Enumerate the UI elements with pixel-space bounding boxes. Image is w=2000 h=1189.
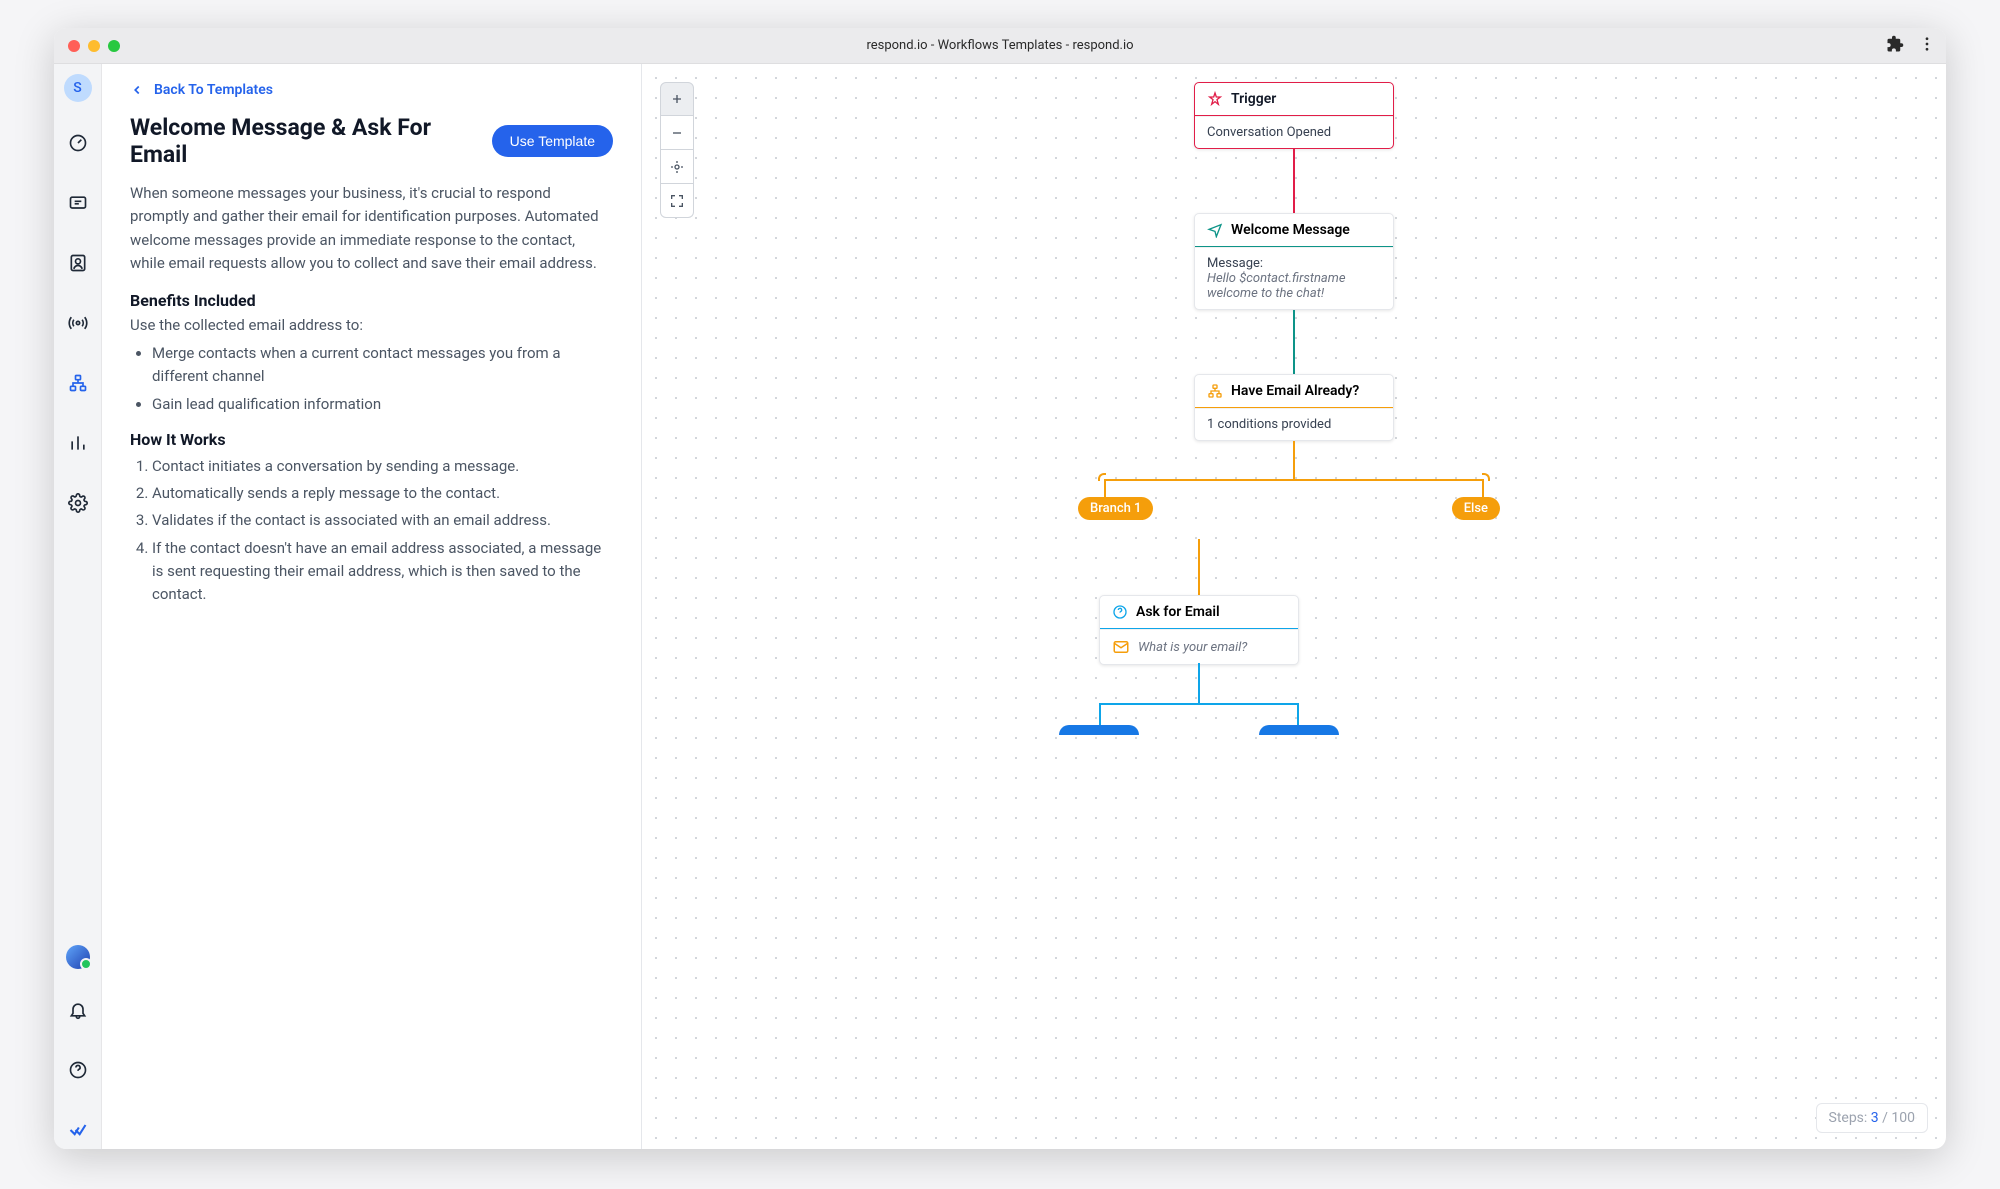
message-text: Hello $contact.firstname welcome to the … [1207, 271, 1381, 301]
minimize-window[interactable] [88, 40, 100, 52]
how-step: Contact initiates a conversation by send… [152, 455, 613, 478]
how-list: Contact initiates a conversation by send… [130, 455, 613, 607]
back-to-templates[interactable]: Back To Templates [130, 82, 613, 98]
trigger-detail: Conversation Opened [1195, 116, 1393, 148]
maximize-window[interactable] [108, 40, 120, 52]
condition-title: Have Email Already? [1231, 383, 1359, 399]
welcome-title: Welcome Message [1231, 222, 1350, 238]
extension-icon[interactable] [1886, 35, 1904, 57]
fullscreen-button[interactable] [660, 184, 694, 218]
condition-detail: 1 conditions provided [1195, 408, 1393, 440]
benefits-list: Merge contacts when a current contact me… [130, 342, 613, 416]
how-step: If the contact doesn't have an email add… [152, 537, 613, 607]
side-nav: S [54, 64, 102, 1149]
benefit-item: Gain lead qualification information [152, 393, 613, 416]
zoom-out-button[interactable] [660, 116, 694, 150]
benefits-heading: Benefits Included [130, 291, 613, 310]
branch-1-pill[interactable]: Branch 1 [1078, 497, 1153, 520]
connector [1198, 539, 1200, 595]
help-icon[interactable] [59, 1051, 97, 1089]
messages-icon[interactable] [59, 184, 97, 222]
welcome-message-node[interactable]: Welcome Message Message: Hello $contact.… [1194, 213, 1394, 310]
recenter-button[interactable] [660, 150, 694, 184]
trigger-title: Trigger [1231, 91, 1276, 107]
contacts-icon[interactable] [59, 244, 97, 282]
back-label: Back To Templates [154, 82, 273, 98]
reports-icon[interactable] [59, 424, 97, 462]
benefits-sub: Use the collected email address to: [130, 316, 613, 334]
broadcast-icon[interactable] [59, 304, 97, 342]
workflows-icon[interactable] [59, 364, 97, 402]
workspace-avatar[interactable]: S [64, 74, 92, 102]
message-label: Message: [1207, 256, 1381, 271]
window-title: respond.io - Workflows Templates - respo… [54, 38, 1946, 53]
benefit-item: Merge contacts when a current contact me… [152, 342, 613, 389]
brand-icon[interactable] [59, 1111, 97, 1149]
connector [1293, 310, 1295, 374]
titlebar: respond.io - Workflows Templates - respo… [54, 28, 1946, 64]
connector [1293, 149, 1295, 213]
mail-icon [1112, 638, 1130, 656]
more-menu-icon[interactable] [1918, 35, 1936, 57]
template-description: When someone messages your business, it'… [130, 182, 613, 275]
use-template-button[interactable]: Use Template [492, 125, 613, 157]
how-step: Automatically sends a reply message to t… [152, 482, 613, 505]
notifications-icon[interactable] [59, 991, 97, 1029]
trigger-node[interactable]: Trigger Conversation Opened [1194, 82, 1394, 149]
dashboard-icon[interactable] [59, 124, 97, 162]
next-node-peek [1259, 725, 1339, 735]
ask-for-email-node[interactable]: Ask for Email What is your email? [1099, 595, 1299, 665]
app-window: respond.io - Workflows Templates - respo… [54, 28, 1946, 1149]
how-heading: How It Works [130, 430, 613, 449]
next-node-peek [1059, 725, 1139, 735]
zoom-controls [660, 82, 694, 218]
zoom-in-button[interactable] [660, 82, 694, 116]
steps-counter: Steps: 3 / 100 [1816, 1103, 1929, 1133]
settings-icon[interactable] [59, 484, 97, 522]
workflow-canvas[interactable]: Trigger Conversation Opened Welcome Mess… [642, 64, 1946, 1149]
ask-prompt: What is your email? [1138, 640, 1247, 655]
connector [1293, 441, 1295, 479]
ask-branch-split [1099, 703, 1299, 727]
template-panel: Back To Templates Welcome Message & Ask … [102, 64, 642, 1149]
condition-node[interactable]: Have Email Already? 1 conditions provide… [1194, 374, 1394, 441]
connector [1198, 663, 1200, 703]
ask-title: Ask for Email [1136, 604, 1220, 620]
branch-else-pill[interactable]: Else [1452, 497, 1500, 520]
window-controls [54, 40, 120, 52]
template-title: Welcome Message & Ask For Email [130, 114, 476, 168]
branch-split: Branch 1 Else [1104, 479, 1484, 539]
user-avatar[interactable] [66, 945, 90, 969]
how-step: Validates if the contact is associated w… [152, 509, 613, 532]
close-window[interactable] [68, 40, 80, 52]
